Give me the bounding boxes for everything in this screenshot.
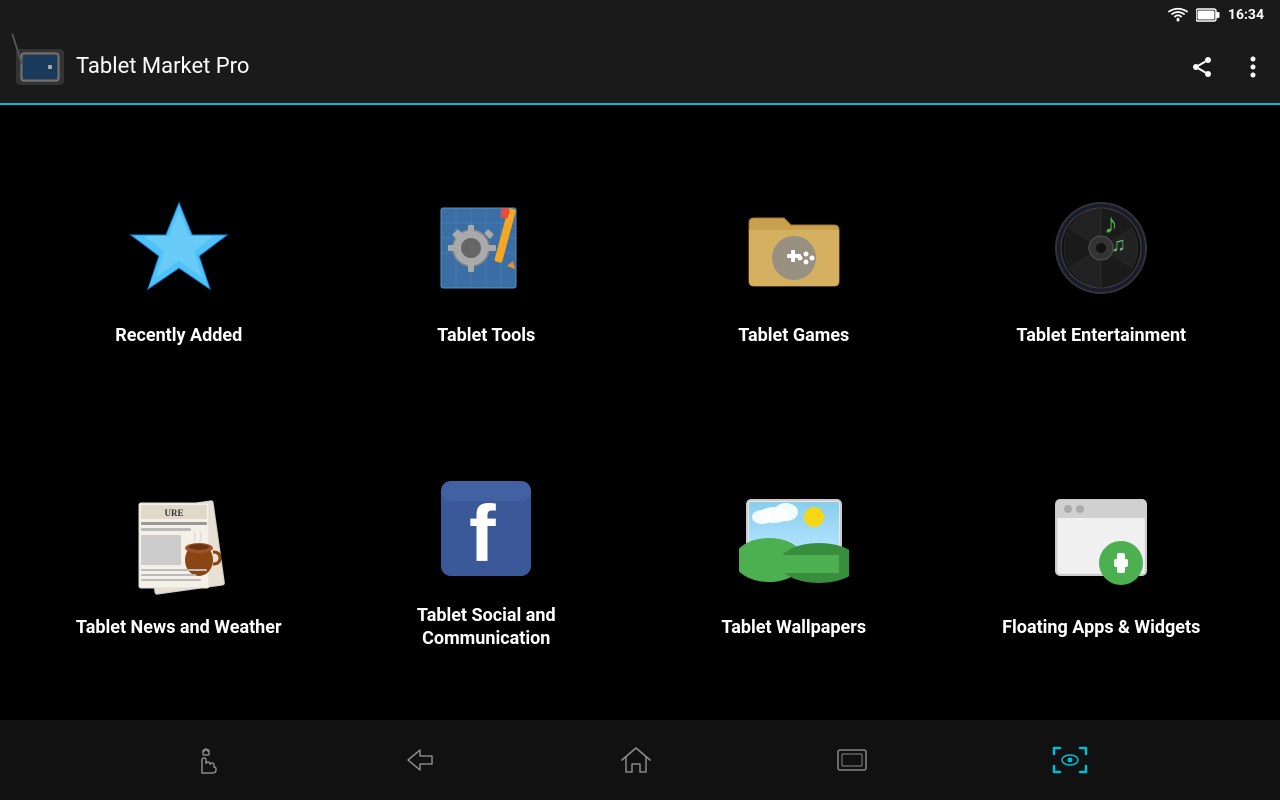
tablet-tools-icon	[426, 188, 546, 308]
tablet-entertainment-label: Tablet Entertainment	[1016, 324, 1186, 347]
tablet-games-icon	[734, 188, 854, 308]
category-tablet-news[interactable]: URE Tablet News and We	[30, 419, 328, 701]
category-floating-apps[interactable]: Floating Apps & Widgets	[953, 419, 1251, 701]
tablet-social-label: Tablet Social and Communication	[358, 604, 616, 651]
tablet-news-label: Tablet News and Weather	[76, 616, 282, 639]
more-options-button[interactable]	[1242, 47, 1264, 87]
tablet-tools-label: Tablet Tools	[437, 324, 535, 347]
category-tablet-tools[interactable]: Tablet Tools	[338, 127, 636, 409]
category-tablet-wallpapers[interactable]: Tablet Wallpapers	[645, 419, 943, 701]
nav-bar	[0, 720, 1280, 800]
nav-lock-button[interactable]	[180, 734, 232, 786]
floating-apps-label: Floating Apps & Widgets	[1002, 616, 1200, 639]
category-tablet-games[interactable]: Tablet Games	[645, 127, 943, 409]
nav-home-button[interactable]	[608, 734, 664, 786]
tablet-wallpapers-icon	[734, 480, 854, 600]
category-tablet-social[interactable]: f Tablet Social and Communication	[338, 419, 636, 701]
tablet-games-label: Tablet Games	[738, 324, 849, 347]
svg-text:URE: URE	[164, 508, 183, 518]
category-tablet-entertainment[interactable]: ♪ ♫ Tablet Entertainment	[953, 127, 1251, 409]
tablet-wallpapers-label: Tablet Wallpapers	[721, 616, 866, 639]
categories-grid: Recently Added	[0, 107, 1280, 720]
status-time: 16:34	[1228, 7, 1264, 23]
recently-added-label: Recently Added	[115, 324, 242, 347]
nav-screenshot-button[interactable]	[1040, 734, 1100, 786]
toolbar-actions	[1182, 47, 1264, 87]
app-title: Tablet Market Pro	[76, 54, 1182, 79]
recently-added-icon	[119, 188, 239, 308]
tablet-social-icon: f	[426, 468, 546, 588]
svg-text:♫: ♫	[1111, 232, 1126, 256]
category-recently-added[interactable]: Recently Added	[30, 127, 328, 409]
nav-recents-button[interactable]	[824, 736, 880, 784]
svg-text:f: f	[469, 489, 496, 578]
tablet-news-icon: URE	[119, 480, 239, 600]
tablet-entertainment-icon: ♪ ♫	[1041, 188, 1161, 308]
floating-apps-icon	[1041, 480, 1161, 600]
nav-back-button[interactable]	[392, 736, 448, 784]
status-bar: 16:34	[1168, 0, 1280, 30]
share-button[interactable]	[1182, 47, 1222, 87]
app-bar: ╱ Tablet Market Pro	[0, 0, 1280, 105]
wifi-icon	[1168, 7, 1188, 23]
battery-icon	[1196, 8, 1220, 22]
